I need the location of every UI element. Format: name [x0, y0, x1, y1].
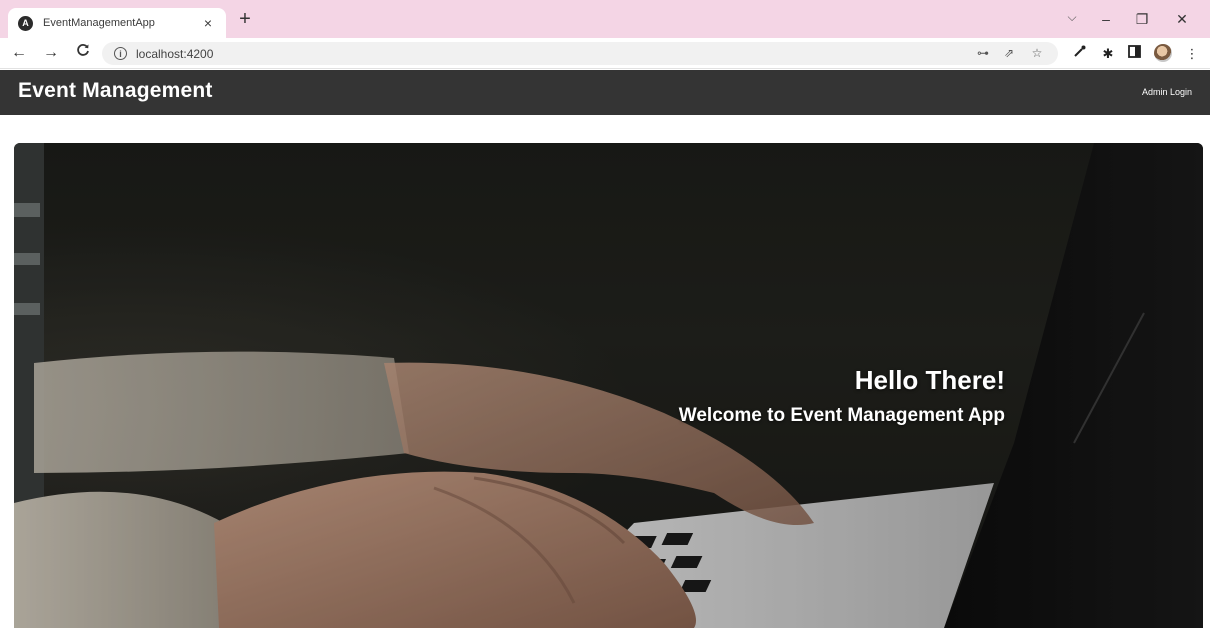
- url-text: localhost:4200: [136, 46, 214, 61]
- eyedropper-icon[interactable]: [1070, 44, 1090, 64]
- minimize-button[interactable]: –: [1092, 8, 1120, 30]
- chevron-down-icon[interactable]: ⌵: [1062, 10, 1082, 30]
- tab-title: EventManagementApp: [43, 17, 155, 29]
- browser-tab-strip: A EventManagementApp × + ⌵ – ❐ ✕: [0, 0, 1210, 38]
- star-icon[interactable]: ☆: [1028, 44, 1046, 62]
- kebab-menu-icon[interactable]: ⋮: [1182, 44, 1202, 64]
- app-navbar: Event Management Admin Login: [0, 70, 1210, 115]
- address-bar[interactable]: i localhost:4200 ⊶ ⇗ ☆: [102, 42, 1058, 65]
- back-arrow-icon[interactable]: ←: [8, 42, 30, 64]
- forward-arrow-icon[interactable]: →: [40, 42, 62, 64]
- browser-toolbar: ← → i localhost:4200 ⊶ ⇗ ☆ ✱ ⋮: [0, 38, 1210, 69]
- key-icon[interactable]: ⊶: [974, 44, 992, 62]
- admin-login-link[interactable]: Admin Login: [1142, 87, 1192, 97]
- share-icon[interactable]: ⇗: [1000, 44, 1018, 62]
- puzzle-icon[interactable]: ✱: [1098, 44, 1118, 64]
- angular-icon: A: [18, 15, 33, 31]
- tab-close-icon[interactable]: ×: [200, 15, 216, 31]
- hero-image: [14, 143, 1203, 628]
- hero-banner: Hello There! Welcome to Event Management…: [14, 143, 1203, 628]
- browser-tab[interactable]: A EventManagementApp ×: [8, 8, 226, 38]
- restore-button[interactable]: ❐: [1128, 8, 1156, 30]
- profile-avatar[interactable]: [1154, 44, 1172, 62]
- brand-title[interactable]: Event Management: [18, 79, 213, 103]
- close-window-button[interactable]: ✕: [1168, 8, 1196, 30]
- new-tab-button[interactable]: +: [234, 9, 256, 31]
- info-icon[interactable]: i: [114, 47, 127, 60]
- side-panel-icon[interactable]: [1124, 44, 1144, 64]
- reload-icon[interactable]: [72, 42, 94, 64]
- hero-subtitle: Welcome to Event Management App: [678, 405, 1005, 426]
- hero-title: Hello There!: [854, 365, 1005, 395]
